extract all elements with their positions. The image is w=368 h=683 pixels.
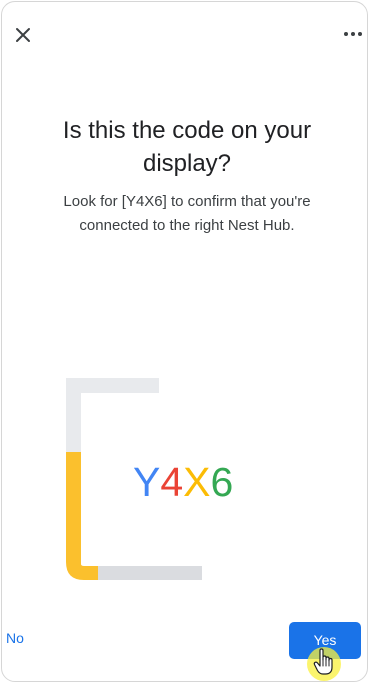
no-button[interactable]: No — [6, 623, 42, 653]
more-options-button[interactable] — [339, 24, 365, 44]
code-char: 6 — [210, 459, 234, 505]
bracket-left-upper — [66, 378, 81, 452]
code-char: X — [183, 459, 211, 505]
pairing-code: Y4X6 — [133, 458, 233, 506]
close-icon — [16, 28, 30, 42]
bracket-bottom-bar — [98, 566, 202, 580]
pairing-screen: Is this the code on your display? Look f… — [1, 1, 368, 682]
instruction-text: Look for [Y4X6] to confirm that you're c… — [63, 193, 311, 234]
more-horizontal-icon — [344, 32, 362, 36]
close-button[interactable] — [10, 22, 36, 48]
bracket-left-lower — [66, 452, 98, 580]
code-char: Y — [133, 459, 161, 505]
code-char: 4 — [160, 459, 184, 505]
page-title: Is this the code on your display? — [62, 117, 312, 177]
hand-pointer-icon — [313, 648, 333, 675]
